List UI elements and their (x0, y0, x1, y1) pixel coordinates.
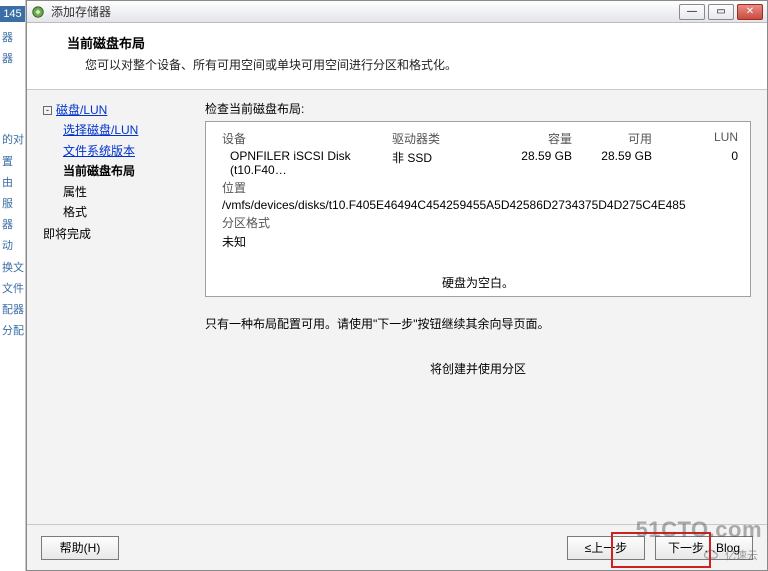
back-button[interactable]: ≤上一步 (567, 536, 645, 560)
left-strip-item: 器 (0, 49, 25, 70)
left-strip-item: 配器 (0, 300, 25, 321)
wizard-footer: 帮助(H) ≤上一步 下一步…Blog (27, 524, 767, 570)
section-label: 检查当前磁盘布局: (205, 100, 751, 117)
collapse-icon[interactable]: - (43, 106, 52, 115)
minimize-button[interactable]: — (679, 4, 705, 20)
nav-current-layout: 当前磁盘布局 (43, 161, 193, 181)
wizard-content: 检查当前磁盘布局: 设备 驱动器类 容量 可用 LUN OPNFILER iSC… (205, 100, 751, 524)
cell-capacity: 28.59 GB (492, 149, 572, 177)
nav-disk-lun[interactable]: 磁盘/LUN (56, 100, 107, 120)
left-strip-item: 动 (0, 236, 25, 257)
left-strip-item: 器 (0, 28, 25, 49)
left-strip-item: 服 (0, 194, 25, 215)
disk-layout-panel: 设备 驱动器类 容量 可用 LUN OPNFILER iSCSI Disk (t… (205, 121, 751, 297)
table-row: OPNFILER iSCSI Disk (t10.F40… 非 SSD 28.5… (212, 149, 744, 177)
left-strip-item: 由 (0, 173, 25, 194)
wizard-title: 当前磁盘布局 (67, 33, 727, 52)
wizard-body: - 磁盘/LUN 选择磁盘/LUN 文件系统版本 当前磁盘布局 属性 格式 即将… (27, 90, 767, 524)
nav-format: 格式 (43, 202, 193, 222)
vsphere-icon (31, 5, 45, 19)
nav-select-disk[interactable]: 选择磁盘/LUN (63, 123, 138, 137)
disk-blank-note: 硬盘为空白。 (212, 274, 744, 291)
col-device: 设备 (212, 130, 392, 147)
add-storage-dialog: 添加存储器 — ▭ ✕ 当前磁盘布局 您可以对整个设备、所有可用空间或单块可用空… (26, 0, 768, 571)
window-title: 添加存储器 (51, 3, 111, 20)
nav-properties: 属性 (43, 182, 193, 202)
left-strip-badge: 145 (0, 6, 25, 22)
next-button[interactable]: 下一步…Blog (655, 536, 753, 560)
titlebar: 添加存储器 — ▭ ✕ (27, 1, 767, 23)
left-strip-item: 置 (0, 152, 25, 173)
left-strip-item: 分配 (0, 321, 25, 342)
close-button[interactable]: ✕ (737, 4, 763, 20)
wizard-subtitle: 您可以对整个设备、所有可用空间或单块可用空间进行分区和格式化。 (67, 56, 727, 73)
table-header: 设备 驱动器类 容量 可用 LUN (212, 130, 744, 149)
cell-drive-type: 非 SSD (392, 149, 492, 177)
nav-ready: 即将完成 (43, 224, 193, 244)
single-layout-note: 只有一种布局配置可用。请使用"下一步"按钮继续其余向导页面。 (205, 315, 751, 332)
left-strip-item: 文件 (0, 279, 25, 300)
maximize-button[interactable]: ▭ (708, 4, 734, 20)
wizard-nav: - 磁盘/LUN 选择磁盘/LUN 文件系统版本 当前磁盘布局 属性 格式 即将… (43, 100, 193, 524)
partition-format-value: 未知 (222, 235, 246, 249)
col-available: 可用 (572, 130, 652, 147)
left-strip-item: 的对 (0, 130, 25, 151)
partition-format-label: 分区格式 (222, 216, 270, 230)
location-label: 位置 (222, 181, 246, 195)
cell-device: OPNFILER iSCSI Disk (t10.F40… (212, 149, 392, 177)
cell-available: 28.59 GB (572, 149, 652, 177)
cell-lun: 0 (652, 149, 744, 177)
background-page-strip: 145 器 器 的对 置 由 服 器 动 换文 文件 配器 分配 (0, 0, 26, 571)
left-strip-item: 换文 (0, 258, 25, 279)
wizard-header: 当前磁盘布局 您可以对整个设备、所有可用空间或单块可用空间进行分区和格式化。 (27, 23, 767, 90)
col-drive-type: 驱动器类 (392, 130, 492, 147)
col-capacity: 容量 (492, 130, 572, 147)
location-value: /vmfs/devices/disks/t10.F405E46494C45425… (222, 198, 686, 212)
col-lun: LUN (652, 130, 744, 147)
create-partition-note: 将创建并使用分区 (205, 360, 751, 377)
nav-fs-version[interactable]: 文件系统版本 (63, 144, 135, 158)
left-strip-item: 器 (0, 215, 25, 236)
help-button[interactable]: 帮助(H) (41, 536, 119, 560)
